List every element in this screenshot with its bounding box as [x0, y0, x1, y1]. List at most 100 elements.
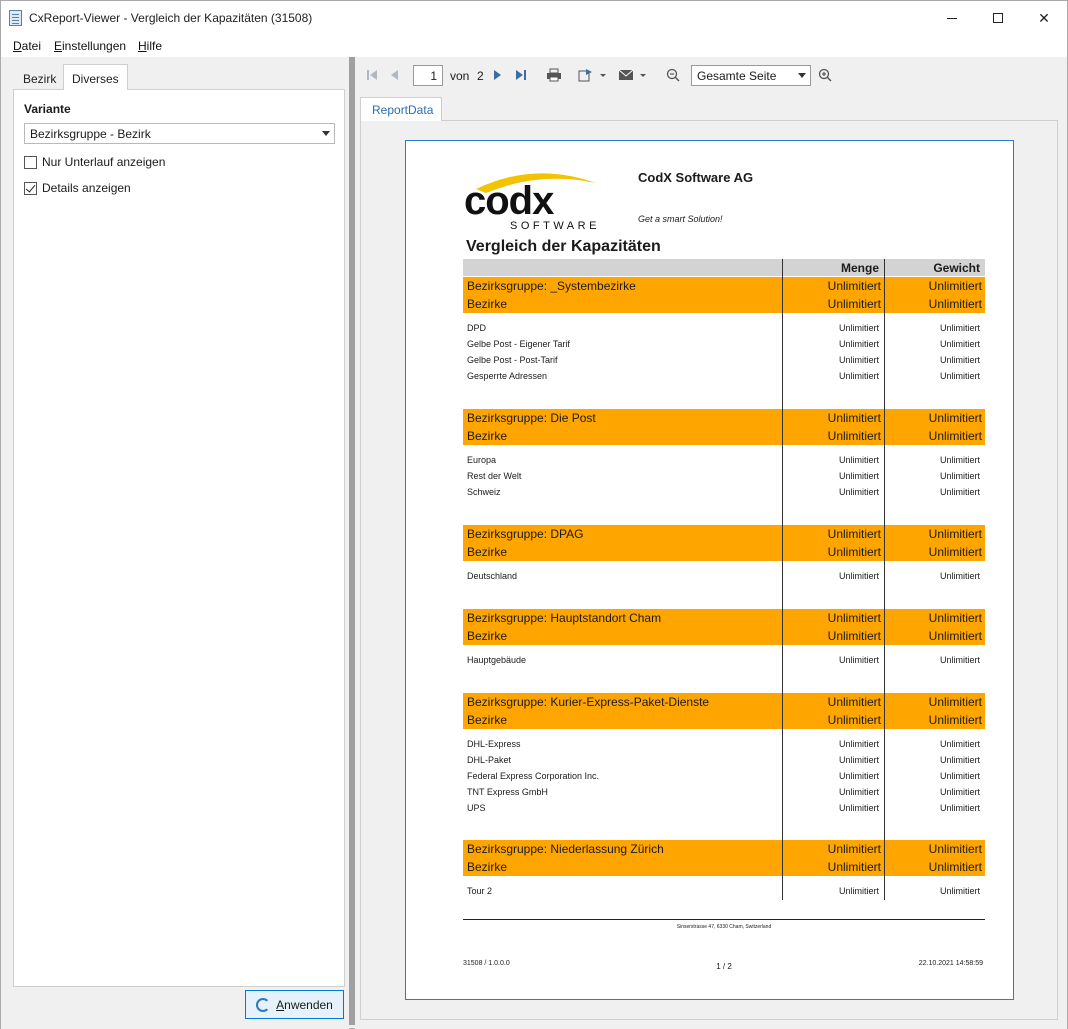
detail-row: TNT Express GmbH Unlimitiert Unlimitiert [463, 785, 985, 801]
print-icon[interactable] [545, 66, 563, 84]
group-name: Bezirksgruppe: Die Post [467, 411, 596, 425]
mail-icon[interactable] [617, 66, 649, 84]
group-gewicht: Unlimitiert [928, 297, 982, 311]
group-gewicht: Unlimitiert [928, 411, 982, 425]
tab-reportdata[interactable]: ReportData [360, 97, 442, 121]
detail-name: DPD [467, 323, 487, 333]
detail-menge: Unlimitiert [838, 355, 879, 365]
app-icon [9, 10, 22, 26]
detail-row: Federal Express Corporation Inc. Unlimiti… [463, 769, 985, 785]
bezirke-row: Bezirke Unlimitiert Unlimitiert [463, 627, 985, 645]
maximize-button[interactable] [975, 1, 1021, 35]
menu-datei[interactable]: Datei [13, 39, 41, 53]
zoom-in-icon[interactable] [817, 66, 833, 84]
group-header: Bezirksgruppe: DPAG Unlimitiert Unlimitier… [463, 525, 985, 561]
group-menge: Unlimitiert [827, 545, 881, 559]
detail-menge: Unlimitiert [838, 803, 879, 813]
detail-menge: Unlimitiert [838, 471, 879, 481]
footer-divider [463, 919, 985, 920]
page-number-input[interactable]: 1 [413, 65, 443, 86]
group-menge: Unlimitiert [827, 297, 881, 311]
menu-einstellungen[interactable]: Einstellungen [54, 39, 126, 53]
detail-menge: Unlimitiert [838, 339, 879, 349]
detail-menge: Unlimitiert [838, 886, 879, 896]
group-name: Bezirksgruppe: Kurier-Express-Paket-Dien… [467, 695, 710, 709]
detail-name: Gelbe Post - Eigener Tarif [467, 339, 570, 349]
group-gewicht: Unlimitiert [928, 279, 982, 293]
minimize-button[interactable] [929, 1, 975, 35]
detail-name: Gelbe Post - Post-Tarif [467, 355, 558, 365]
apply-button[interactable]: Anwenden [245, 990, 344, 1019]
detail-name: DHL-Paket [467, 755, 512, 765]
detail-gewicht: Unlimitiert [939, 803, 980, 813]
detail-gewicht: Unlimitiert [939, 571, 980, 581]
column-header-row: Menge Gewicht [463, 259, 985, 276]
detail-row: DHL-Express Unlimitiert Unlimitiert [463, 737, 985, 753]
column-header-gewicht: Gewicht [933, 261, 980, 275]
group-menge: Unlimitiert [827, 527, 881, 541]
nur-unterlauf-checkbox[interactable]: Nur Unterlauf anzeigen [24, 155, 165, 169]
company-name: CodX Software AG [638, 170, 754, 185]
title-bar: CxReport-Viewer - Vergleich der Kapazitä… [1, 1, 1067, 35]
bezirke-row: Bezirke Unlimitiert Unlimitiert [463, 711, 985, 729]
group-gewicht: Unlimitiert [928, 527, 982, 541]
column-header-menge: Menge [840, 261, 879, 275]
group-header: Bezirksgruppe: Niederlassung Zürich Unlim… [463, 840, 985, 876]
page-total: 2 [477, 69, 484, 83]
group-name: Bezirksgruppe: Niederlassung Zürich [467, 842, 664, 856]
next-page-icon[interactable] [491, 66, 505, 84]
first-page-icon[interactable] [365, 66, 379, 84]
detail-gewicht: Unlimitiert [939, 455, 980, 465]
detail-menge: Unlimitiert [838, 739, 879, 749]
group-row: Bezirksgruppe: Niederlassung Zürich Unlim… [463, 840, 985, 858]
window-title: CxReport-Viewer - Vergleich der Kapazitä… [29, 11, 313, 25]
tab-bezirk[interactable]: Bezirk [14, 64, 62, 90]
last-page-icon[interactable] [513, 66, 529, 84]
checkbox-box-checked[interactable] [24, 181, 37, 195]
detail-row: Europa Unlimitiert Unlimitiert [463, 453, 985, 469]
close-button[interactable]: ✕ [1021, 1, 1067, 35]
report-page: codx SOFTWARE CodX Software AG Get a sma… [405, 140, 1014, 1000]
detail-gewicht: Unlimitiert [939, 487, 980, 497]
filter-panel: Bezirk Diverses Variante Bezirksgruppe -… [1, 57, 349, 1029]
group-menge: Unlimitiert [827, 860, 881, 874]
export-icon[interactable] [577, 66, 609, 84]
checkbox-box[interactable] [24, 155, 37, 169]
detail-row: Tour 2 Unlimitiert Unlimitiert [463, 884, 985, 900]
bezirke-row: Bezirke Unlimitiert Unlimitiert [463, 427, 985, 445]
tab-diverses[interactable]: Diverses [63, 64, 128, 90]
group-name: Bezirke [467, 297, 508, 311]
group-gewicht: Unlimitiert [928, 629, 982, 643]
group-row: Bezirksgruppe: Hauptstandort Cham Unlimit… [463, 609, 985, 627]
group-name: Bezirksgruppe: _Systembezirke [467, 279, 636, 293]
detail-menge: Unlimitiert [838, 787, 879, 797]
group-gewicht: Unlimitiert [928, 545, 982, 559]
checkbox-label: Nur Unterlauf anzeigen [42, 155, 166, 169]
chevron-down-icon [798, 73, 806, 78]
detail-menge: Unlimitiert [838, 655, 879, 665]
footer-page-number: 1 / 2 [716, 962, 732, 971]
group-gewicht: Unlimitiert [928, 611, 982, 625]
svg-text:SOFTWARE: SOFTWARE [510, 220, 600, 231]
variante-select[interactable]: Bezirksgruppe - Bezirk [24, 123, 335, 144]
group-row: Bezirksgruppe: DPAG Unlimitiert Unlimitier… [463, 525, 985, 543]
detail-gewicht: Unlimitiert [939, 371, 980, 381]
apply-label-rest: nwenden [284, 997, 333, 1012]
detail-name: Federal Express Corporation Inc. [467, 771, 600, 781]
prev-page-icon[interactable] [387, 66, 401, 84]
detail-name: Gesperrte Adressen [467, 371, 548, 381]
group-menge: Unlimitiert [827, 713, 881, 727]
menu-hilfe[interactable]: Hilfe [138, 39, 162, 53]
group-header: Bezirksgruppe: Die Post Unlimitiert Unlimi… [463, 409, 985, 445]
zoom-select[interactable]: Gesamte Seite [691, 65, 811, 86]
detail-row: Hauptgebäude Unlimitiert Unlimitiert [463, 653, 985, 669]
menu-hilfe-label: ilfe [146, 39, 163, 53]
group-menge: Unlimitiert [827, 629, 881, 643]
bezirke-row: Bezirke Unlimitiert Unlimitiert [463, 543, 985, 561]
codx-logo: codx SOFTWARE [464, 169, 614, 232]
details-anzeigen-checkbox[interactable]: Details anzeigen [24, 181, 131, 195]
group-name: Bezirksgruppe: Hauptstandort Cham [467, 611, 662, 625]
zoom-out-icon[interactable] [665, 66, 681, 84]
menu-einstellungen-mnemonic: E [54, 39, 63, 53]
detail-gewicht: Unlimitiert [939, 787, 980, 797]
